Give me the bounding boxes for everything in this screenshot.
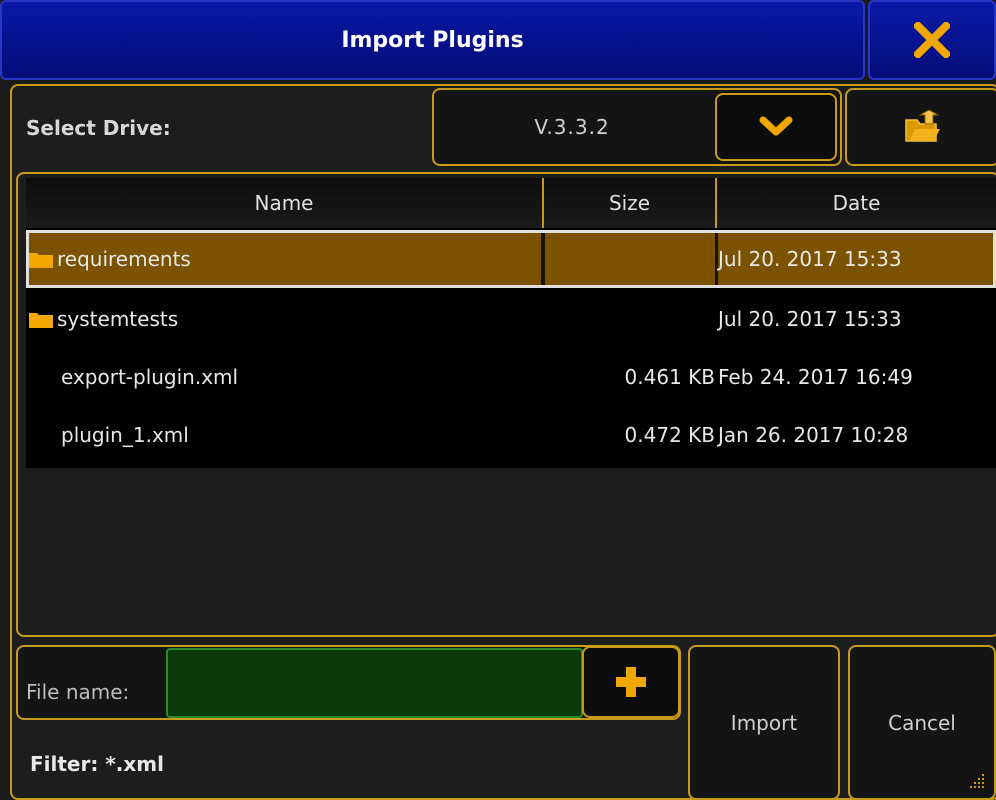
folder-icon <box>29 252 53 268</box>
select-drive-label: Select Drive: <box>26 116 171 140</box>
dialog-title: Import Plugins <box>341 27 524 53</box>
file-date-cell: Jan 26. 2017 10:28 <box>718 423 909 447</box>
file-name-cell: requirements <box>29 233 541 285</box>
file-name-cell: systemtests <box>29 290 541 348</box>
file-size-cell: 0.461 KB <box>624 365 715 389</box>
cancel-button[interactable]: Cancel <box>848 645 996 800</box>
file-name-cell: export-plugin.xml <box>61 365 239 389</box>
folder-icon <box>29 312 53 328</box>
plus-icon <box>616 667 646 697</box>
file-size-cell <box>545 233 715 285</box>
column-header-date[interactable]: Date <box>715 178 996 228</box>
resize-grip-icon[interactable] <box>966 772 986 792</box>
import-button[interactable]: Import <box>688 645 840 800</box>
file-date-cell: Jul 20. 2017 15:33 <box>718 307 902 331</box>
file-name-label: File name: <box>26 680 130 704</box>
column-header-name[interactable]: Name <box>26 178 544 228</box>
folder-up-icon <box>904 110 940 142</box>
parent-folder-button[interactable] <box>845 88 996 166</box>
table-row[interactable]: requirements Jul 20. 2017 15:33 <box>26 230 996 288</box>
add-button[interactable] <box>582 646 680 718</box>
column-header-size[interactable]: Size <box>542 178 717 228</box>
file-size-cell <box>545 290 715 348</box>
close-button[interactable] <box>868 0 996 80</box>
drive-value: V.3.3.2 <box>534 115 610 139</box>
table-row[interactable]: plugin_1.xml 0.472 KB Jan 26. 2017 10:28 <box>26 406 996 464</box>
filter-text: Filter: *.xml <box>30 752 164 776</box>
file-date-cell: Feb 24. 2017 16:49 <box>718 365 913 389</box>
close-icon <box>914 22 950 58</box>
table-row[interactable]: export-plugin.xml 0.461 KB Feb 24. 2017 … <box>26 348 996 406</box>
drive-dropdown-button[interactable] <box>715 93 837 161</box>
table-row[interactable]: systemtests Jul 20. 2017 15:33 <box>26 290 996 348</box>
dialog-title-bar: Import Plugins <box>0 0 865 80</box>
file-date-cell: Jul 20. 2017 15:33 <box>718 247 902 271</box>
file-name-cell: plugin_1.xml <box>61 423 189 447</box>
chevron-down-icon <box>759 116 793 136</box>
file-size-cell: 0.472 KB <box>624 423 715 447</box>
file-name-input[interactable] <box>166 648 583 718</box>
